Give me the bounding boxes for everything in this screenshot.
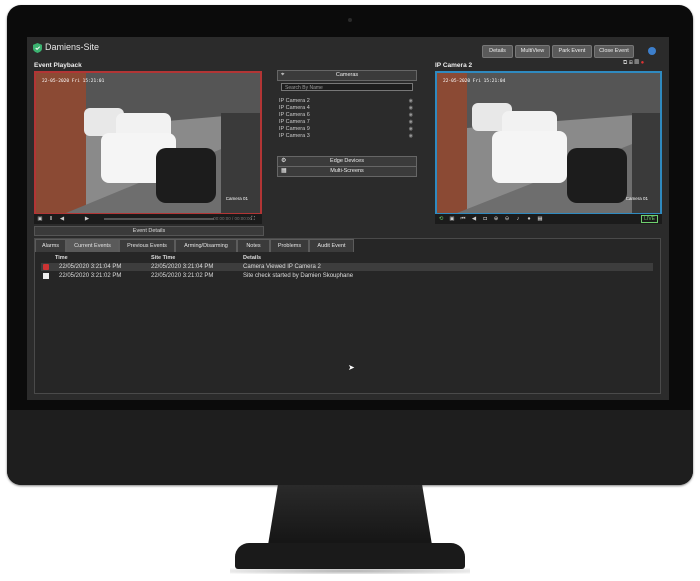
live-video-camera-label: Camera 01 (625, 196, 648, 201)
close-event-button[interactable]: Close Event (594, 45, 634, 58)
video-timestamp: 22-05-2020 Fri 15:21:01 (42, 79, 105, 84)
audio-icon[interactable]: ♪ (515, 216, 521, 222)
parking-lot-scene-image (36, 73, 260, 213)
tab-previous-events[interactable]: Previous Events (119, 239, 175, 252)
edge-device-icon: ⚙ (281, 158, 287, 164)
camera-list: IP Camera 2 ◉ IP Camera 4 ◉ IP Camera 6 ◉ I… (279, 98, 415, 140)
row-site-time: 22/05/2020 3:21:02 PM (151, 273, 214, 279)
event-details-button[interactable]: Event Details (34, 226, 264, 236)
cameras-header-label: Cameras (335, 72, 359, 78)
row-site-time: 22/05/2020 3:21:04 PM (151, 264, 214, 270)
check-icon (43, 273, 49, 279)
video-camera-label: Camera 01 (225, 196, 248, 201)
camera-list-item[interactable]: IP Camera 9 ◉ (279, 126, 415, 133)
column-header-site-time: Site Time (151, 255, 176, 261)
camera-list-item[interactable]: IP Camera 7 ◉ (279, 119, 415, 126)
column-header-time: Time (55, 255, 68, 261)
camera-list-item[interactable]: IP Camera 3 ◉ (279, 133, 415, 140)
column-header-details: Details (243, 255, 262, 261)
playback-scrubber[interactable] (104, 218, 214, 220)
monitor-stand-base (235, 543, 465, 569)
edge-devices-label: Edge Devices (330, 158, 364, 164)
row-details: Site check started by Damien Skouphane (243, 273, 354, 279)
ip-camera-label: IP Camera 2 (435, 62, 473, 69)
tab-alarms[interactable]: Alarms (35, 239, 66, 252)
multi-screen-icon: ▦ (281, 168, 287, 174)
camera-red-icon (43, 264, 49, 270)
pause-icon[interactable]: Ⅱ (48, 216, 54, 222)
row-details: Camera Viewed IP Camera 2 (243, 264, 321, 270)
details-button[interactable]: Details (482, 45, 513, 58)
live-badge: LIVE (641, 215, 658, 223)
camera-list-item[interactable]: IP Camera 2 ◉ (279, 98, 415, 105)
row-time: 22/05/2020 3:21:04 PM (59, 264, 122, 270)
mouse-cursor-icon: ➤ (348, 363, 355, 372)
snapshot-icon[interactable]: ▣ (449, 216, 455, 222)
shield-logo-icon (33, 43, 42, 53)
multiview-button[interactable]: MultiView (515, 45, 550, 58)
forward-icon[interactable]: ▶ (84, 216, 90, 222)
grid-icon[interactable]: ▦ (537, 216, 543, 222)
playback-controls: ▣ Ⅱ ◀ ▶ 00:00:00 / 00:00:00 ⛶ (34, 214, 262, 224)
parking-lot-scene-image-live (437, 73, 660, 213)
multi-screens-header[interactable]: ▦ Multi-Screens (277, 166, 417, 177)
skip-back-icon[interactable]: ⏮ (460, 216, 466, 222)
camera-icon[interactable]: ◘ (482, 216, 488, 222)
fullscreen-icon[interactable]: ⛶ (250, 216, 256, 222)
camera-list-panel: ⌖ Cameras (277, 70, 417, 81)
tab-current-events[interactable]: Current Events (66, 239, 119, 252)
view-icon: ◉ (408, 119, 413, 125)
park-event-button[interactable]: Park Event (552, 45, 592, 58)
app-screen: Damiens-Site Details MultiView Park Even… (27, 37, 669, 400)
title-bar: Damiens-Site Details MultiView Park Even… (27, 37, 669, 59)
view-icon: ◉ (408, 126, 413, 132)
live-video-timestamp: 22-05-2020 Fri 15:21:04 (443, 79, 506, 84)
tab-problems[interactable]: Problems (270, 239, 309, 252)
view-icon: ◉ (408, 98, 413, 104)
zoom-out-icon[interactable]: ⊖ (504, 216, 510, 222)
ptz-icon[interactable]: ⟲ (438, 216, 444, 222)
rewind-icon[interactable]: ◀ (471, 216, 477, 222)
view-icon: ◉ (408, 105, 413, 111)
webcam-dot (348, 18, 352, 22)
tab-arming-disarming[interactable]: Arming/Disarming (175, 239, 237, 252)
table-row[interactable]: 22/05/2020 3:21:04 PM 22/05/2020 3:21:04… (41, 263, 653, 271)
live-controls: ⟲ ▣ ⏮ ◀ ◘ ⊕ ⊖ ♪ ● ▦ LIVE (435, 214, 662, 224)
multi-screens-label: Multi-Screens (330, 168, 364, 174)
playback-time: 00:00:00 / 00:00:00 (213, 216, 252, 221)
rewind-icon[interactable]: ◀ (59, 216, 65, 222)
camera-list-item[interactable]: IP Camera 6 ◉ (279, 112, 415, 119)
camera-icon: ⌖ (281, 72, 285, 78)
view-toolbar-icons[interactable]: ⧉ ⊞ ▤ ● (623, 60, 663, 68)
tab-audit-event[interactable]: Audit Event (309, 239, 354, 252)
zoom-in-icon[interactable]: ⊕ (493, 216, 499, 222)
playback-video[interactable]: 22-05-2020 Fri 15:21:01 Camera 01 (34, 71, 262, 215)
view-icon: ◉ (408, 133, 413, 139)
close-view-icon: ● (640, 60, 645, 66)
event-playback-label: Event Playback (34, 62, 82, 69)
info-icon[interactable] (648, 47, 656, 55)
table-row[interactable]: 22/05/2020 3:21:02 PM 22/05/2020 3:21:02… (41, 272, 653, 280)
monitor-chin (7, 410, 693, 485)
cameras-header[interactable]: ⌖ Cameras (277, 70, 417, 81)
monitor-stand-neck (268, 485, 432, 545)
snapshot-icon[interactable]: ▣ (37, 216, 43, 222)
record-icon[interactable]: ● (526, 216, 532, 222)
tab-notes[interactable]: Notes (237, 239, 270, 252)
multi-screens-section: ▦ Multi-Screens (277, 166, 417, 177)
live-video[interactable]: 22-05-2020 Fri 15:21:04 Camera 01 (435, 71, 662, 215)
camera-search-input[interactable]: Search By Name (281, 83, 413, 91)
app-title: Damiens-Site (45, 42, 100, 52)
view-icon: ◉ (408, 112, 413, 118)
camera-list-item[interactable]: IP Camera 4 ◉ (279, 105, 415, 112)
stand-shadow (230, 568, 470, 574)
row-time: 22/05/2020 3:21:02 PM (59, 273, 122, 279)
